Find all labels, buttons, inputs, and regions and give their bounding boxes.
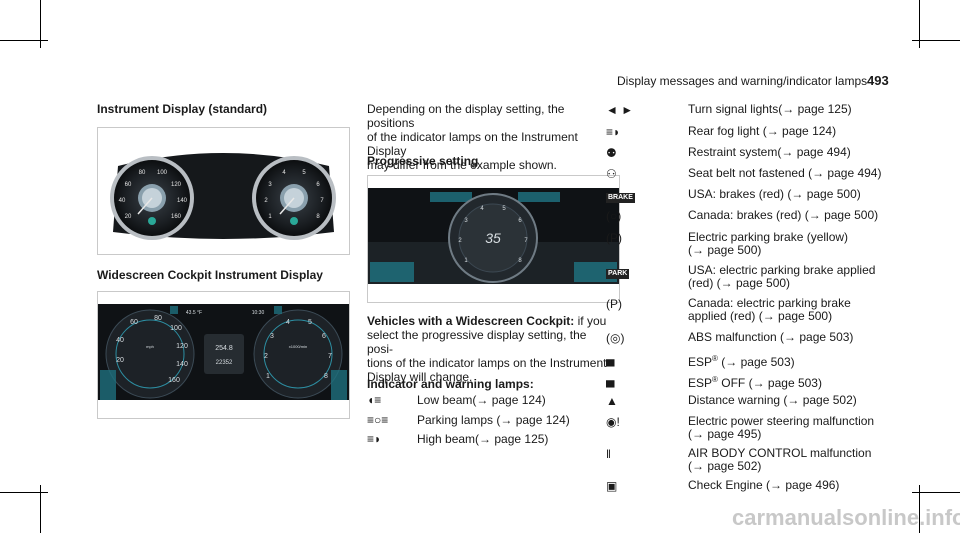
air-body-control-icon: ‖ (606, 447, 611, 461)
rear-fog-light-icon: ≡◗ (606, 125, 621, 139)
distance-warning-icon: ▲ (606, 394, 618, 408)
dial-tick: 40 (116, 337, 124, 344)
parking-lamps-icon: ≡○≡ (367, 413, 389, 427)
high-beam-icon: ≡◗ (367, 432, 382, 446)
heading-instrument-display: Instrument Display (standard) (97, 102, 268, 116)
trip-readout: 254.8 (215, 345, 233, 352)
dial-tick: 3 (270, 333, 274, 340)
dial-tick: 20 (116, 357, 124, 364)
dial-tick: 80 (154, 315, 162, 322)
electric-parking-brake-canada-icon: (P) (606, 297, 622, 311)
turn-signal-icon: ◄ ► (606, 103, 634, 117)
dial-tick: 120 (176, 343, 188, 350)
heading-lamps: Indicator and warning lamps: (367, 377, 534, 391)
dial-tick: 8 (324, 373, 328, 380)
dial-tick: 5 (308, 319, 312, 326)
electric-parking-brake-icon: (P) (606, 231, 622, 245)
dial-tick: 100 (170, 325, 182, 332)
dial-tick: 60 (130, 319, 138, 326)
dial-tick: 40 (119, 198, 126, 204)
instrument-cluster-image: 20 40 60 80 100 120 140 160 1 2 3 4 5 6 … (110, 153, 336, 240)
page-number: 493 (867, 73, 889, 88)
esp-icon: ▄ (606, 352, 615, 366)
crop-mark (912, 492, 960, 493)
dial-tick: 2 (264, 353, 268, 360)
speed-readout: 35 (485, 230, 501, 246)
crop-mark (912, 40, 960, 41)
watermark: carmanualsonline.info (732, 505, 960, 530)
check-engine-icon: ▣ (606, 479, 618, 493)
odometer-readout: 22352 (216, 360, 233, 366)
dial-tick: 140 (176, 361, 188, 368)
running-header: Display messages and warning/indicator l… (617, 74, 868, 88)
restraint-system-icon: ⚉ (606, 146, 617, 160)
brake-icon: BRAKE (606, 193, 635, 203)
heading-widescreen: Widescreen Cockpit Instrument Display (97, 268, 323, 282)
brake-canada-icon: (○) (606, 209, 622, 223)
dial-tick: 120 (171, 182, 182, 188)
dial-tick: 140 (177, 198, 188, 204)
dial-tick: 4 (286, 319, 290, 326)
esp-off-icon: ▄ (606, 373, 615, 387)
rpm-unit: x1000/min (289, 344, 307, 349)
outside-temp-readout: 43.5 °F (186, 310, 202, 316)
crop-mark (0, 40, 48, 41)
crop-mark (0, 492, 48, 493)
seat-belt-icon: ⚇ (606, 167, 617, 181)
dial-tick: 60 (125, 182, 132, 188)
park-icon: PARK (606, 269, 630, 279)
dial-tick: 160 (168, 377, 180, 384)
vehicles-paragraph: Vehicles with a Widescreen Cockpit: if y… (367, 314, 607, 384)
figure-widescreen-cockpit: 43.5 °F 10:30 254.8 22352 mph x1000/min … (97, 291, 350, 419)
dial-tick: 1 (266, 373, 270, 380)
dial-tick: 80 (139, 170, 146, 176)
speed-unit: mph (146, 344, 154, 349)
dial-tick: 6 (322, 333, 326, 340)
figure-instrument-standard: 20 40 60 80 100 120 140 160 1 2 3 4 5 6 … (97, 127, 350, 255)
abs-icon: (◎) (606, 331, 625, 345)
heading-progressive: Progressive setting (367, 154, 479, 168)
dial-tick: 20 (125, 214, 132, 220)
widescreen-cockpit-image: 43.5 °F 10:30 254.8 22352 mph x1000/min … (98, 304, 349, 400)
figure-progressive-setting: 35 1 2 3 4 5 6 7 8 (367, 175, 620, 303)
dial-tick: 100 (157, 170, 168, 176)
clock-readout: 10:30 (252, 310, 265, 316)
dial-tick: 7 (328, 353, 332, 360)
power-steering-icon: ◉! (606, 415, 620, 429)
low-beam-icon: ◖≡ (367, 393, 382, 407)
progressive-display-image: 35 1 2 3 4 5 6 7 8 (368, 188, 619, 284)
dial-tick: 160 (171, 214, 182, 220)
